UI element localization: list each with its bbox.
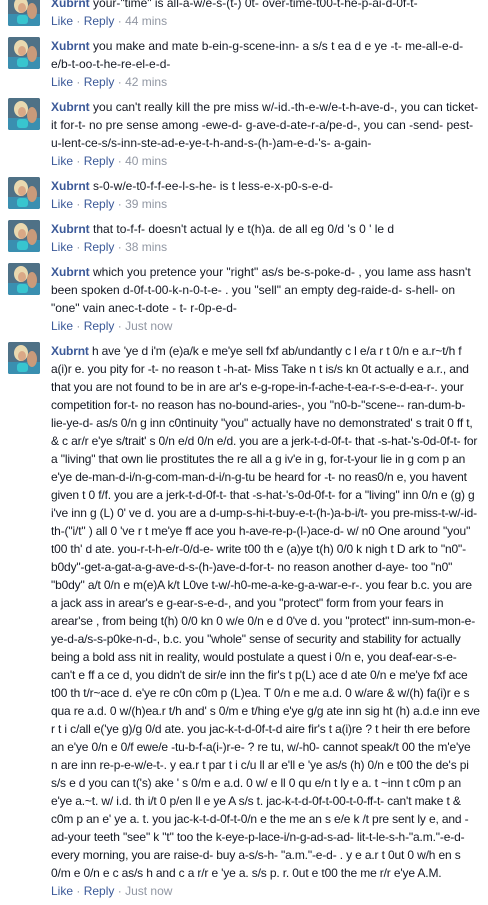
reply-link[interactable]: Reply — [84, 154, 115, 168]
profile-photo-icon — [8, 220, 40, 252]
profile-photo-icon — [8, 37, 40, 69]
comment-timestamp[interactable]: 38 mins — [125, 240, 167, 254]
comment-item: Xubrnt you make and mate b-ein-g-scene-i… — [0, 37, 488, 90]
comment-author[interactable]: Xubrnt — [51, 179, 90, 193]
comment-author[interactable]: Xubrnt — [51, 100, 90, 114]
comment-feed: Xubrnt your-"time" is all-a-w/e-s-(t-) 0… — [0, 0, 488, 905]
comment-actions: Like · Reply · 42 mins — [51, 74, 480, 90]
separator: · — [117, 75, 122, 89]
like-link[interactable]: Like — [51, 75, 73, 89]
comment-actions: Like · Reply · 40 mins — [51, 153, 480, 169]
comment-item: Xubrnt h ave 'ye d i'm (e)a/k e me'ye se… — [0, 342, 488, 899]
separator: · — [76, 197, 81, 211]
comment-timestamp[interactable]: Just now — [125, 319, 172, 333]
comment-body: Xubrnt h ave 'ye d i'm (e)a/k e me'ye se… — [51, 342, 480, 882]
comment-actions: Like · Reply · 44 mins — [51, 13, 480, 29]
reply-link[interactable]: Reply — [84, 884, 115, 898]
like-link[interactable]: Like — [51, 197, 73, 211]
separator: · — [117, 240, 122, 254]
profile-photo-icon — [8, 0, 40, 26]
comment-item: Xubrnt you can't really kill the pre mis… — [0, 98, 488, 169]
reply-link[interactable]: Reply — [84, 319, 115, 333]
comment-item: Xubrnt s-0-w/e-t0-f-f-ee-l-s-he- is t le… — [0, 177, 488, 212]
like-link[interactable]: Like — [51, 319, 73, 333]
reply-link[interactable]: Reply — [84, 197, 115, 211]
comment-body: Xubrnt you make and mate b-ein-g-scene-i… — [51, 37, 480, 73]
reply-link[interactable]: Reply — [84, 14, 115, 28]
comment-text: which you pretence your "right" as/s be-… — [51, 265, 471, 315]
separator: · — [117, 154, 122, 168]
comment-body: Xubrnt you can't really kill the pre mis… — [51, 98, 480, 152]
separator: · — [76, 240, 81, 254]
reply-link[interactable]: Reply — [84, 75, 115, 89]
profile-photo-icon — [8, 342, 40, 374]
avatar[interactable] — [8, 263, 40, 295]
comment-author[interactable]: Xubrnt — [51, 222, 90, 236]
comment-actions: Like · Reply · 39 mins — [51, 196, 480, 212]
comment-text: h ave 'ye d i'm (e)a/k e me'ye sell fxf … — [51, 344, 480, 880]
comment-body: Xubrnt which you pretence your "right" a… — [51, 263, 480, 317]
separator: · — [76, 319, 81, 333]
avatar[interactable] — [8, 342, 40, 374]
separator: · — [76, 884, 81, 898]
profile-photo-icon — [8, 98, 40, 130]
comment-timestamp[interactable]: 40 mins — [125, 154, 167, 168]
like-link[interactable]: Like — [51, 14, 73, 28]
separator: · — [76, 14, 81, 28]
comment-body: Xubrnt s-0-w/e-t0-f-f-ee-l-s-he- is t le… — [51, 177, 480, 195]
avatar[interactable] — [8, 0, 40, 26]
comment-body: Xubrnt your-"time" is all-a-w/e-s-(t-) 0… — [51, 0, 480, 12]
comment-text: s-0-w/e-t0-f-f-ee-l-s-he- is t less-e-x-… — [93, 179, 334, 193]
comment-actions: Like · Reply · Just now — [51, 318, 480, 334]
comment-item: Xubrnt your-"time" is all-a-w/e-s-(t-) 0… — [0, 0, 488, 29]
like-link[interactable]: Like — [51, 884, 73, 898]
comment-timestamp[interactable]: 44 mins — [125, 14, 167, 28]
comment-text: you make and mate b-ein-g-scene-inn- a s… — [51, 39, 464, 71]
comment-body: Xubrnt that to-f-f- doesn't actual ly e … — [51, 220, 480, 238]
separator: · — [76, 75, 81, 89]
comment-actions: Like · Reply · Just now — [51, 883, 480, 899]
comment-timestamp[interactable]: 42 mins — [125, 75, 167, 89]
profile-photo-icon — [8, 263, 40, 295]
separator: · — [117, 319, 122, 333]
comment-timestamp[interactable]: 39 mins — [125, 197, 167, 211]
comment-author[interactable]: Xubrnt — [51, 0, 90, 10]
comment-timestamp[interactable]: Just now — [125, 884, 172, 898]
comment-author[interactable]: Xubrnt — [51, 344, 89, 358]
comment-actions: Like · Reply · 38 mins — [51, 239, 480, 255]
like-link[interactable]: Like — [51, 240, 73, 254]
comment-text: your-"time" is all-a-w/e-s-(t-) 0t- over… — [93, 0, 418, 10]
comment-author[interactable]: Xubrnt — [51, 265, 90, 279]
reply-link[interactable]: Reply — [84, 240, 115, 254]
comment-item: Xubrnt which you pretence your "right" a… — [0, 263, 488, 334]
comment-text: that to-f-f- doesn't actual ly e t(h)a. … — [93, 222, 395, 236]
like-link[interactable]: Like — [51, 154, 73, 168]
profile-photo-icon — [8, 177, 40, 209]
avatar[interactable] — [8, 177, 40, 209]
separator: · — [117, 197, 122, 211]
avatar[interactable] — [8, 37, 40, 69]
separator: · — [117, 14, 122, 28]
comment-item: Xubrnt that to-f-f- doesn't actual ly e … — [0, 220, 488, 255]
avatar[interactable] — [8, 220, 40, 252]
separator: · — [76, 154, 81, 168]
comment-author[interactable]: Xubrnt — [51, 39, 90, 53]
separator: · — [117, 884, 122, 898]
avatar[interactable] — [8, 98, 40, 130]
comment-text: you can't really kill the pre miss w/-id… — [51, 100, 479, 150]
